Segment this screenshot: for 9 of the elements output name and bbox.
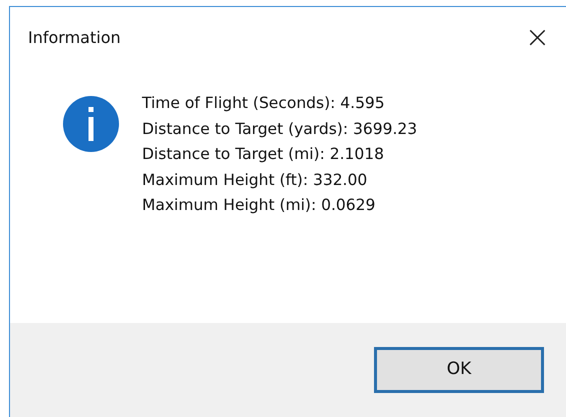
window-title: Information	[28, 27, 121, 49]
message-text: Distance to Target (mi): 2.1018	[142, 144, 385, 165]
information-icon	[62, 95, 120, 153]
close-button[interactable]: ×	[520, 23, 554, 53]
message-text: Maximum Height (mi): 0.0629	[142, 195, 376, 216]
message-text: Time of Flight (Seconds): 4.595	[142, 93, 386, 114]
message-text: Maximum Height (ft): 332.00	[142, 170, 368, 190]
message-text: Distance to Target (yards): 3699.23	[142, 118, 418, 140]
ok-button[interactable]: OK	[374, 347, 544, 393]
